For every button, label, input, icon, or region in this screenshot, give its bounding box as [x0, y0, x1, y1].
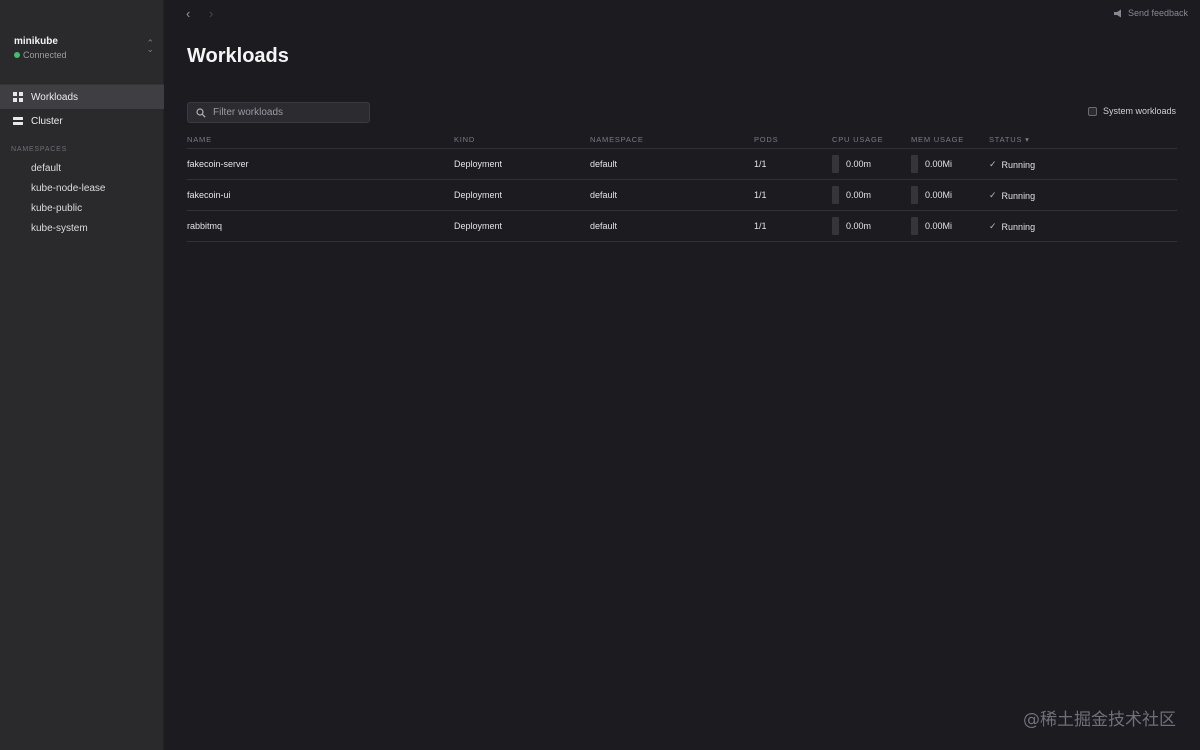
column-header-kind[interactable]: KIND	[454, 135, 475, 144]
page-title: Workloads	[187, 45, 289, 67]
status-dot-icon	[14, 52, 20, 58]
connection-status-label: Connected	[23, 50, 67, 60]
cpu-usage-meter	[832, 155, 839, 173]
cell-mem-usage: 0.00Mi	[925, 221, 953, 231]
cell-cpu-usage: 0.00m	[846, 190, 872, 200]
workloads-table: NAME KIND NAMESPACE PODS CPU USAGE MEM U…	[187, 131, 1177, 242]
status-label: Running	[1001, 190, 1036, 201]
connection-status: Connected	[14, 50, 67, 60]
filter-box	[187, 102, 370, 123]
sidebar-item-cluster[interactable]: Cluster	[0, 109, 164, 133]
cell-namespace: default	[590, 159, 618, 169]
namespaces-header: NAMESPACES	[11, 146, 68, 153]
mem-usage-meter	[911, 217, 918, 235]
forward-arrow-icon[interactable]: ›	[209, 6, 213, 21]
filter-workloads-input[interactable]	[213, 107, 363, 118]
cell-mem-usage: 0.00Mi	[925, 159, 953, 169]
table-row[interactable]: fakecoin-server Deployment default 1/1 0…	[187, 149, 1177, 180]
cell-status: ✓ Running	[989, 159, 1035, 170]
table-header: NAME KIND NAMESPACE PODS CPU USAGE MEM U…	[187, 131, 1177, 149]
namespace-item-kube-node-lease[interactable]: kube-node-lease	[31, 183, 106, 194]
system-workloads-toggle[interactable]: System workloads	[1087, 106, 1176, 116]
mem-usage-meter	[911, 155, 918, 173]
namespace-item-kube-public[interactable]: kube-public	[31, 203, 82, 214]
cell-cpu-usage: 0.00m	[846, 159, 872, 169]
cell-namespace: default	[590, 221, 618, 231]
status-label: Running	[1001, 159, 1036, 170]
table-row[interactable]: fakecoin-ui Deployment default 1/1 0.00m…	[187, 180, 1177, 211]
sidebar-item-label: Cluster	[31, 115, 63, 127]
context-switcher[interactable]: minikube Connected ⌃ ⌄	[14, 36, 154, 64]
megaphone-icon	[1113, 9, 1121, 17]
main-content: ‹ › Send feedback Workloads System workl…	[164, 0, 1200, 750]
namespace-item-default[interactable]: default	[31, 163, 61, 174]
column-header-mem-usage[interactable]: MEM USAGE	[911, 135, 964, 144]
column-header-cpu-usage[interactable]: CPU USAGE	[832, 135, 883, 144]
cell-kind: Deployment	[454, 159, 503, 169]
column-header-pods[interactable]: PODS	[754, 135, 778, 144]
namespace-item-kube-system[interactable]: kube-system	[31, 223, 88, 234]
cell-name: rabbitmq	[187, 221, 223, 231]
mem-usage-meter	[911, 186, 918, 204]
cell-kind: Deployment	[454, 221, 503, 231]
cell-name: fakecoin-ui	[187, 190, 231, 200]
checkmark-icon: ✓	[989, 190, 997, 200]
column-header-status-label: STATUS	[989, 135, 1023, 144]
cell-pods: 1/1	[754, 190, 767, 200]
app-window: minikube Connected ⌃ ⌄ Workloads Cluster …	[0, 0, 1200, 750]
server-icon	[13, 117, 23, 125]
cell-cpu-usage: 0.00m	[846, 221, 872, 231]
system-workloads-label: System workloads	[1102, 106, 1176, 116]
sidebar-item-label: Workloads	[31, 91, 79, 103]
sidebar-item-workloads[interactable]: Workloads	[0, 85, 164, 109]
cell-status: ✓ Running	[989, 190, 1035, 201]
grid-icon	[13, 92, 23, 102]
system-workloads-checkbox[interactable]	[1087, 106, 1097, 116]
back-arrow-icon[interactable]: ‹	[186, 6, 190, 21]
cell-kind: Deployment	[454, 190, 503, 200]
cpu-usage-meter	[832, 186, 839, 204]
table-row[interactable]: rabbitmq Deployment default 1/1 0.00m 0.…	[187, 211, 1177, 242]
checkmark-icon: ✓	[989, 159, 997, 169]
column-header-name[interactable]: NAME	[187, 135, 212, 144]
cell-namespace: default	[590, 190, 618, 200]
cell-pods: 1/1	[754, 221, 767, 231]
cpu-usage-meter	[832, 217, 839, 235]
cell-mem-usage: 0.00Mi	[925, 190, 953, 200]
sidebar: minikube Connected ⌃ ⌄ Workloads Cluster …	[0, 0, 164, 750]
status-label: Running	[1001, 221, 1036, 232]
cell-status: ✓ Running	[989, 221, 1035, 232]
cell-name: fakecoin-server	[187, 159, 249, 169]
chevron-updown-icon: ⌃ ⌄	[146, 38, 154, 54]
sort-descending-icon: ▾	[1025, 135, 1030, 144]
send-feedback-button[interactable]: Send feedback	[1113, 8, 1188, 18]
cell-pods: 1/1	[754, 159, 767, 169]
column-header-namespace[interactable]: NAMESPACE	[590, 135, 644, 144]
watermark: @稀土掘金技术社区	[1023, 710, 1176, 730]
column-header-status[interactable]: STATUS ▾	[989, 135, 1030, 144]
send-feedback-label: Send feedback	[1127, 8, 1188, 18]
context-name: minikube	[14, 36, 58, 47]
checkmark-icon: ✓	[989, 221, 997, 231]
search-icon	[196, 107, 206, 118]
